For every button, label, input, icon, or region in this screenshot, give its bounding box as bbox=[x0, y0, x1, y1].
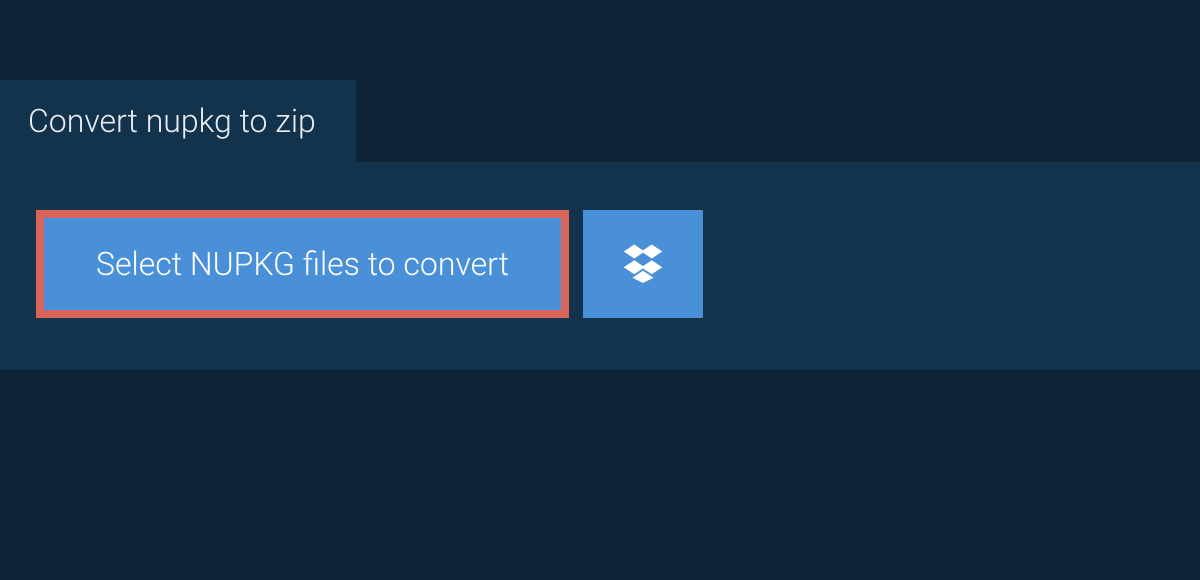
content-panel: Select NUPKG files to convert bbox=[0, 162, 1200, 370]
dropbox-icon bbox=[622, 241, 664, 287]
tab-label: Convert nupkg to zip bbox=[28, 102, 316, 140]
dropbox-button[interactable] bbox=[583, 210, 703, 318]
select-files-button[interactable]: Select NUPKG files to convert bbox=[36, 210, 569, 318]
select-files-label: Select NUPKG files to convert bbox=[96, 248, 509, 280]
button-row: Select NUPKG files to convert bbox=[36, 210, 1164, 318]
tab-convert[interactable]: Convert nupkg to zip bbox=[0, 80, 356, 162]
